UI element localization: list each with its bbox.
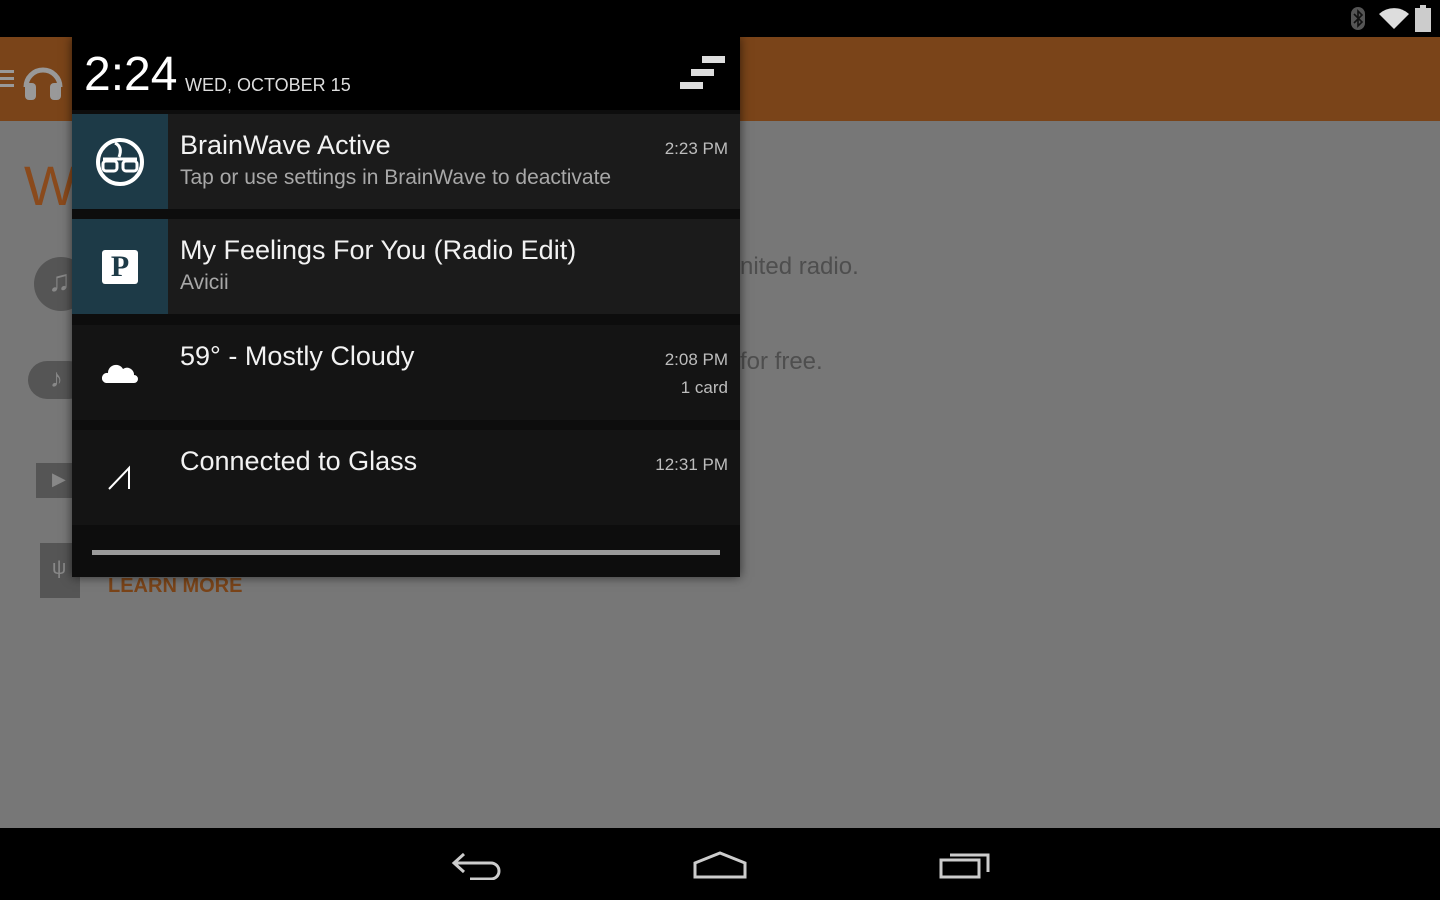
notification-title: My Feelings For You (Radio Edit)	[180, 235, 577, 265]
nav-bar	[0, 828, 1440, 900]
learn-more-link[interactable]: LEARN MORE	[108, 575, 242, 598]
notification-time: 2:08 PM	[664, 350, 728, 369]
back-icon[interactable]	[450, 850, 504, 880]
cloud-icon	[72, 325, 168, 420]
notification-text: Avicii	[180, 271, 229, 294]
notification-title: BrainWave Active	[180, 130, 391, 160]
clear-all-icon[interactable]	[680, 55, 728, 93]
home-icon[interactable]	[692, 850, 748, 880]
notification-title: 59° - Mostly Cloudy	[180, 341, 415, 371]
welcome-title: W	[24, 154, 77, 217]
glass-icon	[72, 430, 168, 525]
panel-header: 2:24 WED, OCTOBER 15	[72, 37, 740, 110]
status-bar	[0, 0, 1440, 37]
notification-glass[interactable]: Connected to Glass 12:31 PM	[72, 430, 740, 525]
panel-drag-handle[interactable]	[92, 550, 720, 555]
bluetooth-icon	[1351, 7, 1365, 30]
notification-card-count: 1 card	[680, 378, 728, 397]
date: WED, OCTOBER 15	[185, 75, 351, 95]
brainwave-icon	[72, 114, 168, 209]
recents-icon[interactable]	[938, 850, 992, 880]
clock: 2:24	[84, 48, 178, 101]
notification-text: Tap or use settings in BrainWave to deac…	[180, 166, 612, 189]
notification-time: 2:23 PM	[664, 139, 728, 158]
description-line-1: nited radio.	[740, 253, 859, 280]
notification-title: Connected to Glass	[180, 446, 418, 476]
notification-pandora[interactable]: P My Feelings For You (Radio Edit) Avici…	[72, 219, 740, 314]
battery-icon	[1415, 5, 1431, 32]
notification-time: 12:31 PM	[655, 455, 728, 474]
description-line-2: for free.	[740, 348, 823, 375]
play-store-icon: ▶	[36, 463, 76, 498]
notification-panel: 2:24 WED, OCTOBER 15 BrainWave Active Ta…	[72, 37, 740, 577]
notification-brainwave[interactable]: BrainWave Active Tap or use settings in …	[72, 114, 740, 209]
menu-icon[interactable]	[0, 70, 14, 87]
pandora-icon: P	[72, 219, 168, 314]
wifi-icon	[1379, 8, 1409, 29]
notification-weather[interactable]: 59° - Mostly Cloudy 2:08 PM 1 card	[72, 325, 740, 420]
headphones-logo-icon	[23, 67, 63, 100]
